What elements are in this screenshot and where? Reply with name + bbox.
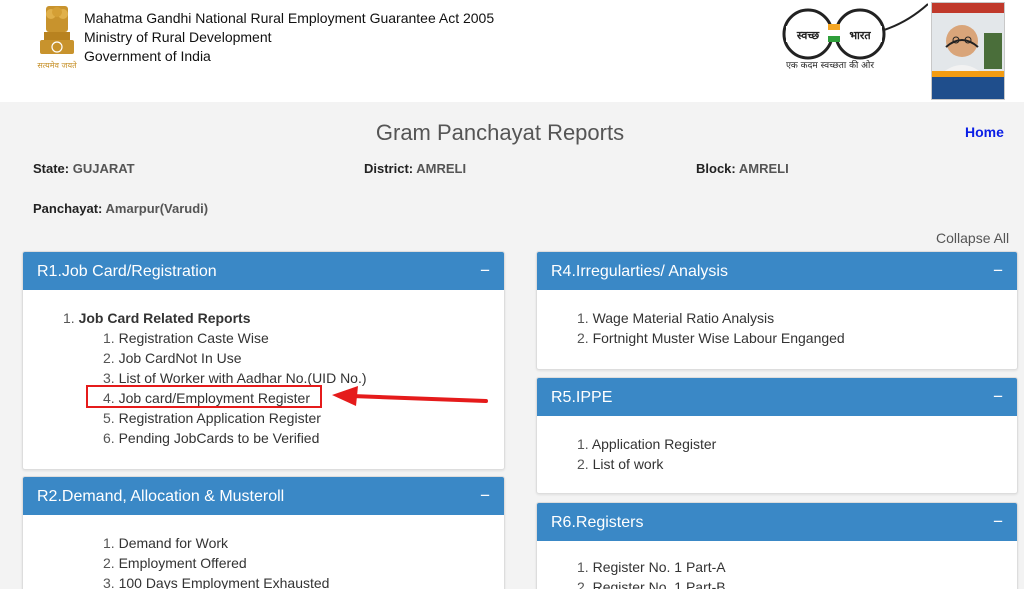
panel-r6-title: R6.Registers bbox=[551, 514, 644, 531]
panel-r4-header[interactable]: R4.Irregularties/ Analysis − bbox=[537, 252, 1017, 290]
highlight-rectangle bbox=[86, 385, 322, 408]
swachh-tagline: एक कदम स्वच्छता की ओर bbox=[786, 59, 874, 71]
panel-r1-collapse-icon[interactable]: − bbox=[480, 261, 490, 281]
panel-r1: R1.Job Card/Registration − 1. Job Card R… bbox=[22, 251, 505, 470]
swachh-bharat-logo: स्वच्छ भारत एक कदम स्वच्छता की ओर bbox=[782, 3, 928, 71]
block-value: AMRELI bbox=[738, 161, 789, 176]
panel-r4-title: R4.Irregularties/ Analysis bbox=[551, 263, 728, 280]
page-title: Gram Panchayat Reports bbox=[375, 120, 625, 145]
report-link-wage-material-ratio[interactable]: 1. Wage Material Ratio Analysis bbox=[577, 308, 1017, 328]
panel-r1-title: R1.Job Card/Registration bbox=[37, 263, 217, 280]
panel-r6: R6.Registers − 1. Register No. 1 Part-A … bbox=[536, 502, 1018, 589]
report-link-registration-caste-wise[interactable]: 1. Registration Caste Wise bbox=[103, 328, 504, 348]
district-value: AMRELI bbox=[416, 161, 467, 176]
panel-r4: R4.Irregularties/ Analysis − 1. Wage Mat… bbox=[536, 251, 1018, 370]
collapse-all-button[interactable]: Collapse All bbox=[936, 230, 1009, 246]
report-link-100-days-exhausted[interactable]: 3. 100 Days Employment Exhausted bbox=[103, 573, 504, 589]
panel-r5-header[interactable]: R5.IPPE − bbox=[537, 378, 1017, 416]
report-link-employment-offered[interactable]: 2. Employment Offered bbox=[103, 553, 504, 573]
ministry-name: Ministry of Rural Development bbox=[84, 29, 272, 45]
gandhi-portrait-icon bbox=[932, 3, 1004, 99]
block-label: Block: bbox=[696, 161, 736, 176]
state-value: GUJARAT bbox=[72, 161, 135, 176]
panel-r5: R5.IPPE − 1. Application Register 2. Lis… bbox=[536, 377, 1018, 494]
national-emblem-icon: सत्यमेव जयते bbox=[37, 6, 77, 70]
red-arrow-icon bbox=[332, 386, 488, 406]
ippe-report-list: 1. Application Register 2. List of work bbox=[537, 434, 1017, 474]
district-label: District: bbox=[364, 161, 414, 176]
panel-r5-title: R5.IPPE bbox=[551, 389, 613, 406]
demand-report-list: 1. Demand for Work 2. Employment Offered… bbox=[23, 533, 504, 589]
site-header: सत्यमेव जयते Mahatma Gandhi National Rur… bbox=[0, 0, 1024, 102]
panel-r2-collapse-icon[interactable]: − bbox=[480, 486, 490, 506]
swachh-left-text: स्वच्छ bbox=[796, 29, 820, 42]
panel-r4-collapse-icon[interactable]: − bbox=[993, 261, 1003, 281]
report-link-register-1-part-b[interactable]: 2. Register No. 1 Part-B bbox=[577, 577, 1017, 589]
block-info: Block: AMRELI bbox=[696, 161, 789, 176]
report-link-demand-for-work[interactable]: 1. Demand for Work bbox=[103, 533, 504, 553]
panchayat-info: Panchayat: Amarpur(Varudi) bbox=[33, 201, 208, 216]
panel-r2-title: R2.Demand, Allocation & Musteroll bbox=[37, 488, 285, 505]
report-link-pending-jobcards[interactable]: 6. Pending JobCards to be Verified bbox=[103, 428, 504, 448]
district-info: District: AMRELI bbox=[364, 161, 466, 176]
registers-report-list: 1. Register No. 1 Part-A 2. Register No.… bbox=[537, 557, 1017, 589]
panel-r6-collapse-icon[interactable]: − bbox=[993, 512, 1003, 532]
nrega-poster-image bbox=[931, 2, 1005, 100]
swachh-right-text: भारत bbox=[849, 29, 871, 42]
report-link-register-1-part-a[interactable]: 1. Register No. 1 Part-A bbox=[577, 557, 1017, 577]
ministry-title-block: Mahatma Gandhi National Rural Employment… bbox=[84, 9, 494, 66]
report-link-list-of-work[interactable]: 2. List of work bbox=[577, 454, 1017, 474]
panel-r2-header[interactable]: R2.Demand, Allocation & Musteroll − bbox=[23, 477, 504, 515]
job-card-group-heading: 1. Job Card Related Reports bbox=[63, 310, 251, 326]
panel-r1-header[interactable]: R1.Job Card/Registration − bbox=[23, 252, 504, 290]
irregularities-report-list: 1. Wage Material Ratio Analysis 2. Fortn… bbox=[537, 308, 1017, 348]
report-link-application-register[interactable]: 1. Application Register bbox=[577, 434, 1017, 454]
state-label: State: bbox=[33, 161, 70, 176]
panchayat-label: Panchayat: bbox=[33, 201, 103, 216]
panel-r6-header[interactable]: R6.Registers − bbox=[537, 503, 1017, 541]
emblem-motto: सत्यमेव जयते bbox=[37, 60, 77, 70]
report-link-job-card-not-in-use[interactable]: 2. Job CardNot In Use bbox=[103, 348, 504, 368]
panchayat-value: Amarpur(Varudi) bbox=[105, 201, 209, 216]
job-card-group-title: Job Card Related Reports bbox=[78, 310, 251, 326]
act-title: Mahatma Gandhi National Rural Employment… bbox=[84, 10, 495, 26]
home-link[interactable]: Home bbox=[965, 124, 1004, 140]
government-name: Government of India bbox=[84, 48, 211, 64]
panel-r2: R2.Demand, Allocation & Musteroll − 1. D… bbox=[22, 476, 505, 589]
state-info: State: GUJARAT bbox=[33, 161, 135, 176]
report-link-fortnight-muster-labour[interactable]: 2. Fortnight Muster Wise Labour Enganged bbox=[577, 328, 1017, 348]
panel-r5-collapse-icon[interactable]: − bbox=[993, 387, 1003, 407]
